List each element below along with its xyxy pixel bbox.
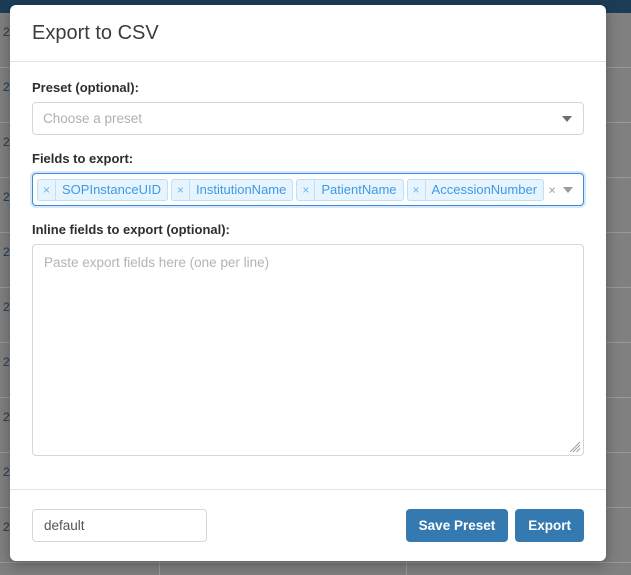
- field-tag-label: PatientName: [321, 182, 397, 197]
- inline-fields-placeholder: Paste export fields here (one per line): [44, 255, 270, 270]
- fields-to-export-multiselect[interactable]: × SOPInstanceUID × InstitutionName × PatientN…: [32, 173, 584, 206]
- resize-handle-icon[interactable]: [569, 441, 581, 453]
- remove-tag-icon[interactable]: ×: [172, 179, 191, 200]
- field-tag[interactable]: × SOPInstanceUID: [37, 178, 169, 201]
- inline-fields-textarea[interactable]: Paste export fields here (one per line): [32, 244, 584, 456]
- inline-fields-label: Inline fields to export (optional):: [32, 222, 230, 237]
- chevron-down-icon[interactable]: [563, 186, 573, 193]
- dialog-body: Preset (optional): Choose a preset Field…: [10, 62, 606, 456]
- dialog-footer: default Save Preset Export: [10, 489, 606, 561]
- field-tag-label: InstitutionName: [196, 182, 287, 197]
- field-tag[interactable]: × PatientName: [296, 178, 404, 201]
- remove-tag-icon[interactable]: ×: [408, 179, 426, 200]
- remove-tag-icon[interactable]: ×: [297, 179, 316, 200]
- save-preset-button[interactable]: Save Preset: [405, 509, 509, 542]
- dialog-header: Export to CSV: [10, 5, 606, 62]
- export-to-csv-dialog: Export to CSV Preset (optional): Choose …: [10, 5, 606, 561]
- chevron-down-icon[interactable]: [562, 115, 572, 122]
- field-tag[interactable]: × InstitutionName: [171, 178, 294, 201]
- field-tag-label: SOPInstanceUID: [62, 182, 162, 197]
- preset-label: Preset (optional):: [32, 80, 139, 95]
- remove-tag-icon[interactable]: ×: [38, 179, 57, 200]
- field-tag-label: AccessionNumber: [431, 182, 538, 197]
- dialog-title: Export to CSV: [32, 21, 159, 44]
- preset-select[interactable]: Choose a preset: [32, 102, 584, 135]
- field-tag[interactable]: × AccessionNumber: [406, 178, 545, 201]
- export-button[interactable]: Export: [515, 509, 584, 542]
- preset-name-input[interactable]: default: [32, 509, 207, 542]
- fields-to-export-label: Fields to export:: [32, 151, 134, 166]
- preset-select-placeholder: Choose a preset: [43, 111, 143, 126]
- clear-all-icon[interactable]: ×: [548, 183, 556, 196]
